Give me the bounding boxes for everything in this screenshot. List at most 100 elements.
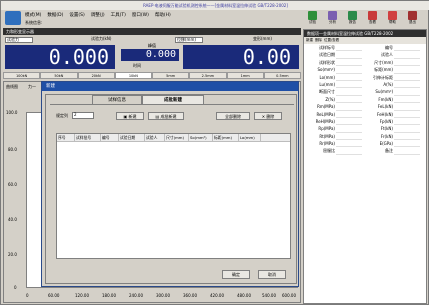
disp-mode-select[interactable]: 位移(mm) <box>175 37 203 43</box>
curve-tab-force[interactable]: 力— <box>28 84 36 89</box>
range-2-5mm[interactable]: 2.5mm <box>189 72 227 79</box>
y-tick-100: 100.0 <box>6 110 18 115</box>
data-field-label: 尺寸(mm) <box>374 59 393 65</box>
data-field-value[interactable] <box>394 88 420 96</box>
data-field-value[interactable] <box>394 133 420 141</box>
range-1mm[interactable]: 1mm <box>226 72 264 79</box>
data-field-value[interactable] <box>394 147 420 155</box>
data-field-value[interactable] <box>336 111 362 118</box>
data-field-label: 编号 <box>385 45 393 50</box>
data-field-value[interactable] <box>336 133 362 141</box>
data-field-value[interactable] <box>336 103 362 111</box>
batch-new-label: 成批新建 <box>160 114 177 119</box>
data-field-value[interactable] <box>394 51 420 59</box>
col-lo: Lo(mm) <box>239 134 261 141</box>
view-button-label: 查看 <box>369 20 376 24</box>
data-new-button[interactable]: 新建 <box>306 37 313 44</box>
report-button[interactable]: 报告 <box>343 10 362 28</box>
exit-icon <box>408 11 417 20</box>
menu-bar: 模式(M) 数据(D) 设置(S) 调整(J) 工具(T) 窗口(W) 帮助(H… <box>1 10 301 20</box>
data-field-label: Rm(MPa) <box>317 104 335 110</box>
data-field-value[interactable] <box>394 81 420 89</box>
dialog-body: 试样信息 成批新建 规定列 2 ▣ 新建 ▤ 成批新建 全部删除 ✕ 删除 序号… <box>45 94 297 284</box>
data-field-value[interactable] <box>394 140 420 148</box>
spec-select[interactable]: 2 <box>72 112 94 119</box>
data-field-value[interactable] <box>394 66 420 74</box>
range-20kn[interactable]: 20kN <box>77 72 115 79</box>
data-field-value[interactable] <box>336 59 362 67</box>
menu-data[interactable]: 数据(D) <box>47 12 63 18</box>
data-field-row: Lu(mm) A(%) <box>304 81 426 89</box>
menu-adjust[interactable]: 调整(J) <box>91 12 105 18</box>
data-field-value[interactable] <box>336 51 362 59</box>
range-0-5mm[interactable]: 0.5mm <box>263 72 301 79</box>
col-test-date: 试验日期 <box>119 134 145 141</box>
x-tick-420: 420.00 <box>210 293 224 298</box>
batch-new-button[interactable]: ▤ 成批新建 <box>148 112 184 120</box>
data-field-row: Lo(mm) 引伸计标距 <box>304 74 426 81</box>
data-field-value[interactable] <box>336 88 362 96</box>
data-field-value[interactable] <box>336 125 362 133</box>
test-button[interactable]: 试验 <box>303 10 322 28</box>
time-label: 时间 <box>133 63 141 68</box>
range-10kn[interactable]: 10kN <box>114 72 152 79</box>
grid-header: 序号 试样批号 编号 试验日期 试验人 尺寸(mm) So(mm²) 标距(mm… <box>57 134 290 142</box>
force-mode-select[interactable]: 试验力 <box>5 37 33 43</box>
help-button-label: 帮助 <box>389 20 396 24</box>
range-100kn[interactable]: 100kN <box>3 72 41 79</box>
data-field-value[interactable] <box>336 81 362 89</box>
range-50kn[interactable]: 50kN <box>40 72 78 79</box>
data-position-button[interactable]: 位置/查看 <box>324 37 339 44</box>
data-field-label: 试验日期 <box>319 52 335 58</box>
menu-window[interactable]: 窗口(W) <box>132 12 149 18</box>
new-button[interactable]: ▣ 新建 <box>116 112 144 120</box>
menu-tools[interactable]: 工具(T) <box>111 12 126 18</box>
data-delete-button[interactable]: 删除 <box>315 37 322 44</box>
ok-button[interactable]: 确定 <box>222 270 250 279</box>
range-5mm[interactable]: 5mm <box>152 72 190 79</box>
curve-tab-label[interactable]: 曲线图 <box>6 84 18 89</box>
data-field-value[interactable] <box>336 118 362 126</box>
view-button[interactable]: 查看 <box>363 10 382 28</box>
data-field-value[interactable] <box>394 103 420 111</box>
menu-mode[interactable]: 模式(M) <box>25 12 41 18</box>
analysis-button[interactable]: 分析 <box>323 10 342 28</box>
data-field-label: Rr(MPa) <box>319 141 335 147</box>
x-tick-120: 120.00 <box>75 293 89 298</box>
application-window: RAEP·电液伺服万能试验机测控系统——[金属材料室温拉伸试验 GB/T228-… <box>0 0 429 305</box>
data-field-row: 屈服比 备注 <box>304 147 426 155</box>
menu-settings[interactable]: 设置(S) <box>69 12 84 18</box>
data-field-value[interactable] <box>336 140 362 148</box>
analysis-button-label: 分析 <box>329 20 336 24</box>
data-field-label: 断面尺寸 <box>319 89 335 95</box>
tab-batch-new[interactable]: 成批新建 <box>142 95 204 104</box>
data-panel-tools: 新建 删除 位置/查看 <box>304 37 426 44</box>
data-field-value[interactable] <box>336 96 362 104</box>
data-field-value[interactable] <box>336 66 362 74</box>
col-number: 编号 <box>101 134 119 141</box>
help-button[interactable]: 帮助 <box>383 10 402 28</box>
data-field-value[interactable] <box>336 147 362 155</box>
data-field-value[interactable] <box>394 118 420 126</box>
data-field-value[interactable] <box>336 44 362 52</box>
data-field-value[interactable] <box>394 59 420 67</box>
data-field-label: 备注 <box>385 148 393 154</box>
menu-help[interactable]: 帮助(H) <box>155 12 171 18</box>
data-field-label: 试样形状 <box>319 59 335 65</box>
data-field-label: So(mm²) <box>317 67 335 73</box>
data-field-value[interactable] <box>394 111 420 118</box>
delete-button[interactable]: ✕ 删除 <box>254 112 282 120</box>
delete-all-button[interactable]: 全部删除 <box>216 112 250 120</box>
x-tick-180: 180.00 <box>102 293 116 298</box>
data-field-value[interactable] <box>394 96 420 104</box>
tab-sample-info[interactable]: 试样信息 <box>92 95 142 104</box>
cancel-button[interactable]: 取消 <box>258 270 286 279</box>
data-field-value[interactable] <box>394 74 420 81</box>
data-field-value[interactable] <box>336 74 362 81</box>
data-field-value[interactable] <box>394 44 420 52</box>
data-field-row: 断面尺寸 Su(mm²) <box>304 88 426 96</box>
data-field-value[interactable] <box>394 125 420 133</box>
exit-button[interactable]: 退出 <box>403 10 422 28</box>
batch-grid[interactable]: 序号 试样批号 编号 试验日期 试验人 尺寸(mm) So(mm²) 标距(mm… <box>56 133 291 259</box>
y-tick-60: 60.0 <box>8 182 17 187</box>
